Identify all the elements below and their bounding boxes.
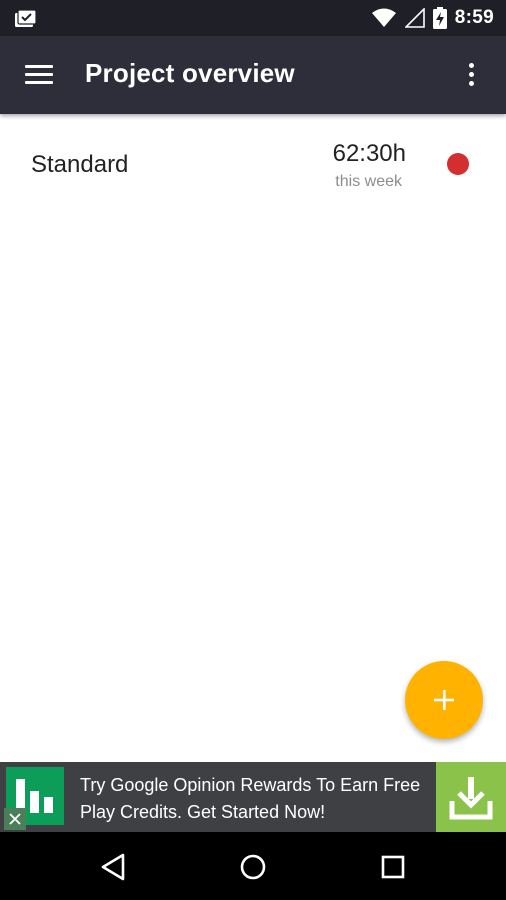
project-list-item[interactable]: Standard 62:30h this week <box>0 118 506 214</box>
ad-banner[interactable]: Try Google Opinion Rewards To Earn Free … <box>0 762 506 832</box>
project-name: Standard <box>31 151 129 178</box>
back-icon <box>101 853 125 881</box>
project-period: this week <box>335 173 402 190</box>
download-icon <box>449 777 493 820</box>
status-time: 8:59 <box>454 7 494 28</box>
notification-icon <box>15 9 37 27</box>
recents-icon <box>381 855 405 879</box>
recents-button[interactable] <box>376 850 410 884</box>
status-bar: 8:59 <box>0 0 506 36</box>
close-icon <box>9 813 21 825</box>
project-time: 62:30h <box>332 140 406 167</box>
navigation-bar <box>0 832 506 900</box>
menu-icon[interactable] <box>22 60 56 90</box>
plus-icon <box>434 690 454 710</box>
cell-signal-icon <box>404 8 425 28</box>
close-ad-button[interactable] <box>4 808 26 830</box>
wifi-icon <box>371 8 396 27</box>
home-button[interactable] <box>236 850 270 884</box>
battery-charging-icon <box>432 7 447 29</box>
ad-text: Try Google Opinion Rewards To Earn Free … <box>80 775 421 822</box>
back-button[interactable] <box>96 850 130 884</box>
home-icon <box>240 854 266 880</box>
overflow-icon[interactable] <box>458 58 486 92</box>
app-bar: Project overview <box>0 36 506 114</box>
download-button[interactable] <box>436 762 506 832</box>
add-project-button[interactable] <box>405 661 483 739</box>
status-dot <box>447 153 469 175</box>
page-title: Project overview <box>85 58 295 88</box>
